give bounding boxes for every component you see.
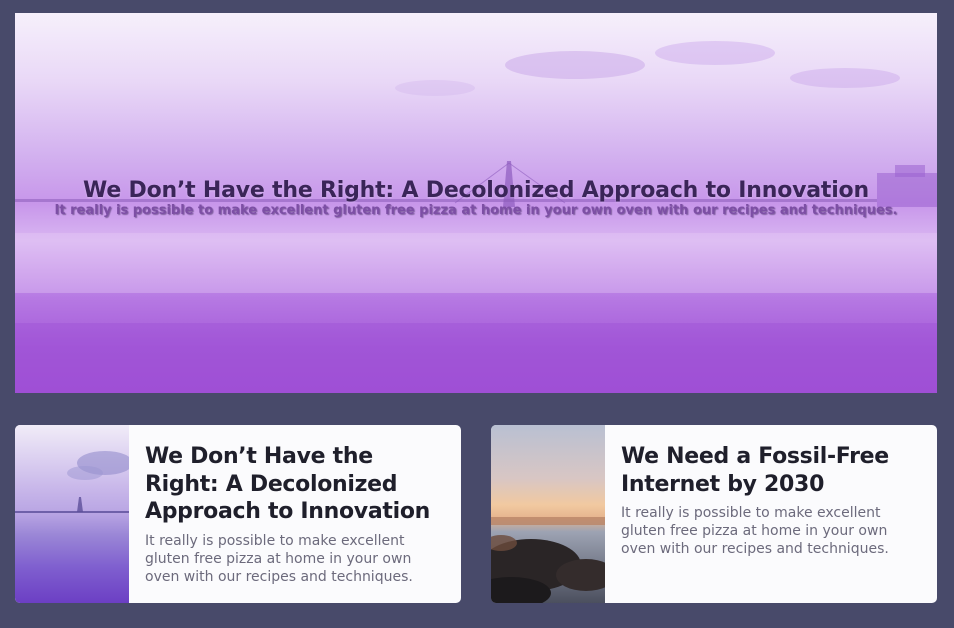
card-title[interactable]: We Need a Fossil-Free Internet by 2030 <box>621 443 919 498</box>
card-thumbnail-shore <box>491 425 605 603</box>
card-thumbnail-bridge <box>15 425 129 603</box>
card-title[interactable]: We Don’t Have the Right: A Decolonized A… <box>145 443 443 526</box>
article-card[interactable]: We Need a Fossil-Free Internet by 2030 I… <box>491 425 937 603</box>
card-excerpt: It really is possible to make excellent … <box>621 505 889 557</box>
hero-banner[interactable]: We Don’t Have the Right: A Decolonized A… <box>15 13 937 393</box>
hero-subtitle: It really is possible to make excellent … <box>54 203 898 218</box>
article-card[interactable]: We Don’t Have the Right: A Decolonized A… <box>15 425 461 603</box>
card-excerpt: It really is possible to make excellent … <box>145 532 413 585</box>
